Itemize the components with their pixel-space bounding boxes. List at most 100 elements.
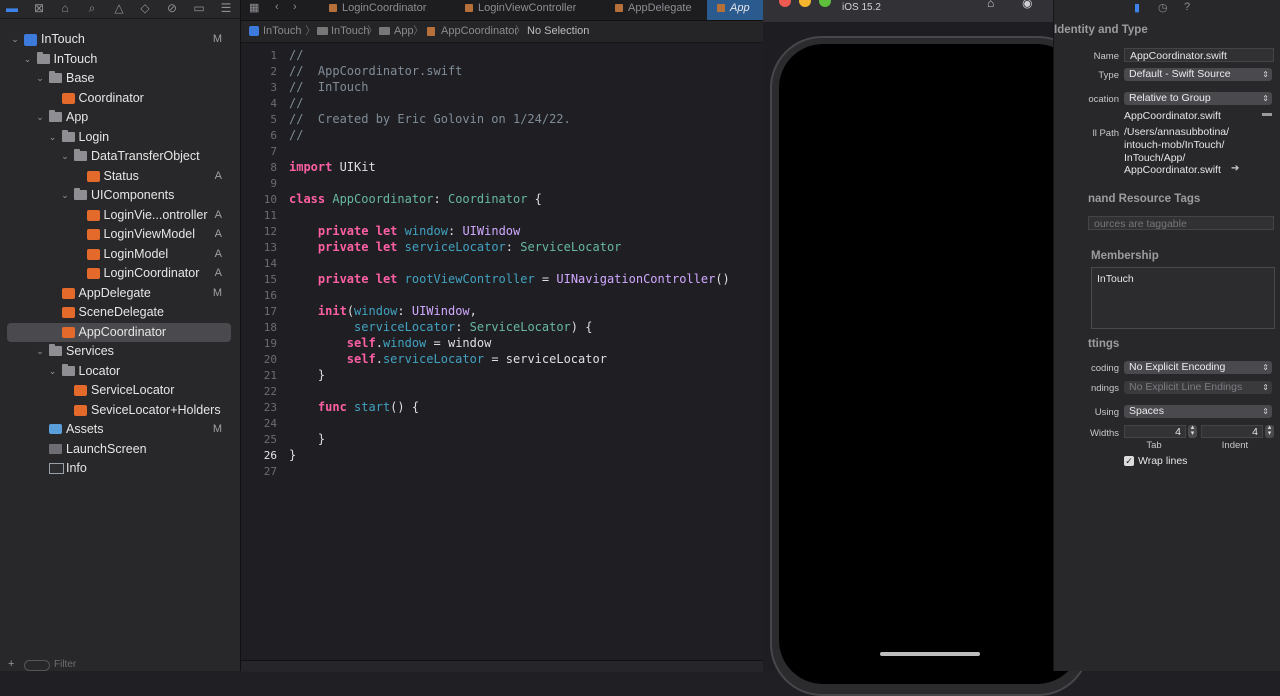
tree-item[interactable]: SeviceLocator+Holders bbox=[0, 401, 240, 420]
tree-item[interactable]: AppDelegate M bbox=[0, 284, 240, 303]
tree-item[interactable]: ⌄ InTouch bbox=[0, 50, 240, 69]
disclosure-chevron-icon[interactable]: ⌄ bbox=[35, 69, 45, 88]
tree-item[interactable]: ⌄ InTouch M bbox=[0, 30, 240, 49]
symbol-navigator-icon[interactable]: ⌂ bbox=[58, 1, 72, 15]
location-popup[interactable]: Relative to Group ⇕ bbox=[1124, 92, 1272, 105]
code-line[interactable]: private let serviceLocator: ServiceLocat… bbox=[289, 240, 622, 254]
code-line[interactable]: import UIKit bbox=[289, 160, 376, 174]
code-line[interactable]: // AppCoordinator.swift bbox=[289, 64, 462, 78]
tree-item[interactable]: ⌄ Base bbox=[0, 69, 240, 88]
filter-input[interactable]: Filter bbox=[54, 659, 76, 670]
disclosure-chevron-icon[interactable]: ⌄ bbox=[35, 342, 45, 361]
tree-item[interactable]: LoginVie...ontroller A bbox=[0, 206, 240, 225]
code-line[interactable]: // InTouch bbox=[289, 80, 368, 94]
minimize-window-icon[interactable] bbox=[799, 0, 811, 7]
report-navigator-icon[interactable]: ☰ bbox=[219, 1, 233, 15]
close-window-icon[interactable] bbox=[779, 0, 791, 7]
code-line[interactable]: class AppCoordinator: Coordinator { bbox=[289, 192, 542, 206]
indent-width-field[interactable]: 4 bbox=[1201, 425, 1263, 438]
tree-item[interactable]: ⌄ DataTransferObject bbox=[0, 147, 240, 166]
file-inspector-icon[interactable]: ▮ bbox=[1134, 1, 1140, 14]
device-screen[interactable] bbox=[779, 44, 1081, 684]
code-line[interactable]: private let window: UIWindow bbox=[289, 224, 520, 238]
tree-item[interactable]: Assets M bbox=[0, 420, 240, 439]
tab-loginviewcontroller[interactable]: LoginViewController bbox=[465, 0, 576, 20]
tab-width-field[interactable]: 4 bbox=[1124, 425, 1186, 438]
tab-logincoordinator[interactable]: LoginCoordinator bbox=[329, 0, 426, 20]
zoom-window-icon[interactable] bbox=[819, 0, 831, 7]
target-item[interactable]: InTouch bbox=[1097, 273, 1134, 285]
code-line[interactable]: // bbox=[289, 96, 303, 110]
breakpoint-navigator-icon[interactable]: ▭ bbox=[192, 1, 206, 15]
source-editor[interactable]: 1 // 2 // AppCoordinator.swift 3 // InTouch 4 /… bbox=[241, 43, 763, 660]
debug-navigator-icon[interactable]: ⊘ bbox=[165, 1, 179, 15]
grid-icon[interactable]: ▦ bbox=[249, 1, 259, 14]
disclosure-chevron-icon[interactable]: ⌄ bbox=[48, 128, 58, 147]
code-line[interactable]: } bbox=[289, 448, 296, 462]
disclosure-chevron-icon[interactable]: ⌄ bbox=[35, 108, 45, 127]
tree-item[interactable]: ⌄ UIComponents bbox=[0, 186, 240, 205]
breadcrumb-file[interactable]: AppCoordinator bbox=[441, 21, 518, 42]
code-line[interactable]: serviceLocator: ServiceLocator) { bbox=[289, 320, 592, 334]
encoding-popup[interactable]: No Explicit Encoding ⇕ bbox=[1124, 361, 1272, 374]
tree-item[interactable]: LoginViewModel A bbox=[0, 225, 240, 244]
history-icon[interactable]: ◷ bbox=[1158, 1, 1168, 14]
test-navigator-icon[interactable]: ◇ bbox=[138, 1, 152, 15]
add-icon[interactable]: + bbox=[8, 658, 14, 670]
tags-field[interactable]: ources are taggable bbox=[1088, 216, 1274, 230]
breadcrumb-selection[interactable]: No Selection bbox=[527, 21, 589, 42]
back-arrow-icon[interactable]: ‹ bbox=[275, 1, 279, 13]
home-button-icon[interactable]: ⌂ bbox=[987, 0, 994, 10]
reveal-in-finder-icon[interactable]: ➔ bbox=[1231, 163, 1239, 174]
wrap-lines-checkbox[interactable]: ✓ bbox=[1124, 456, 1134, 466]
tree-item[interactable]: Info bbox=[0, 459, 240, 478]
folder-icon[interactable]: ▬ bbox=[1262, 108, 1272, 119]
line-endings-popup[interactable]: No Explicit Line Endings ⇕ bbox=[1124, 381, 1272, 394]
type-popup[interactable]: Default - Swift Source ⇕ bbox=[1124, 68, 1272, 81]
source-control-icon[interactable]: ⊠ bbox=[32, 1, 46, 15]
indent-width-stepper[interactable]: ▴ ▾ bbox=[1265, 424, 1274, 438]
breadcrumb-group[interactable]: InTouch bbox=[331, 21, 370, 42]
tree-item[interactable]: ServiceLocator bbox=[0, 381, 240, 400]
search-icon[interactable]: ⌕ bbox=[85, 1, 99, 15]
tree-item[interactable]: ⌄ Locator bbox=[0, 362, 240, 381]
tree-item[interactable]: SceneDelegate bbox=[0, 303, 240, 322]
breadcrumb-folder[interactable]: App bbox=[394, 21, 414, 42]
tree-item[interactable]: LoginCoordinator A bbox=[0, 264, 240, 283]
code-line[interactable]: } bbox=[289, 432, 325, 446]
code-line[interactable]: func start() { bbox=[289, 400, 419, 414]
tab-appdelegate[interactable]: AppDelegate bbox=[615, 0, 692, 20]
tree-item[interactable]: LaunchScreen bbox=[0, 440, 240, 459]
help-icon[interactable]: ? bbox=[1184, 1, 1190, 13]
code-line[interactable]: // Created by Eric Golovin on 1/24/22. bbox=[289, 112, 571, 126]
screenshot-camera-icon[interactable]: ◉ bbox=[1022, 0, 1032, 10]
filter-scope-icon[interactable] bbox=[24, 660, 50, 671]
disclosure-chevron-icon[interactable]: ⌄ bbox=[48, 362, 58, 381]
code-line[interactable]: self.window = window bbox=[289, 336, 492, 350]
issue-navigator-icon[interactable]: △ bbox=[112, 1, 126, 15]
disclosure-chevron-icon[interactable]: ⌄ bbox=[60, 186, 70, 205]
tree-item[interactable]: ⌄ App bbox=[0, 108, 240, 127]
tree-item[interactable]: Coordinator bbox=[0, 89, 240, 108]
code-line[interactable]: self.serviceLocator = serviceLocator bbox=[289, 352, 607, 366]
code-line[interactable]: init(window: UIWindow, bbox=[289, 304, 477, 318]
tree-item[interactable]: ⌄ Login bbox=[0, 128, 240, 147]
indent-using-popup[interactable]: Spaces ⇕ bbox=[1124, 405, 1272, 418]
code-line[interactable]: } bbox=[289, 368, 325, 382]
home-indicator[interactable] bbox=[880, 652, 980, 656]
forward-arrow-icon[interactable]: › bbox=[293, 1, 297, 13]
code-line[interactable]: // bbox=[289, 48, 303, 62]
tab-width-stepper[interactable]: ▴ ▾ bbox=[1188, 424, 1197, 438]
disclosure-chevron-icon[interactable]: ⌄ bbox=[10, 30, 20, 49]
tree-item[interactable]: AppCoordinator bbox=[7, 322, 231, 342]
tree-item[interactable]: ⌄ Services bbox=[0, 342, 240, 361]
code-line[interactable]: // bbox=[289, 128, 303, 142]
folder-navigator-icon[interactable]: ▬ bbox=[5, 1, 19, 15]
disclosure-chevron-icon[interactable]: ⌄ bbox=[60, 147, 70, 166]
disclosure-chevron-icon[interactable]: ⌄ bbox=[23, 50, 33, 69]
tree-item[interactable]: LoginModel A bbox=[0, 245, 240, 264]
code-line[interactable]: private let rootViewController = UINavig… bbox=[289, 272, 730, 286]
tree-item[interactable]: Status A bbox=[0, 167, 240, 186]
breadcrumb-project[interactable]: InTouch bbox=[263, 21, 302, 42]
name-field[interactable]: AppCoordinator.swift bbox=[1124, 48, 1274, 62]
